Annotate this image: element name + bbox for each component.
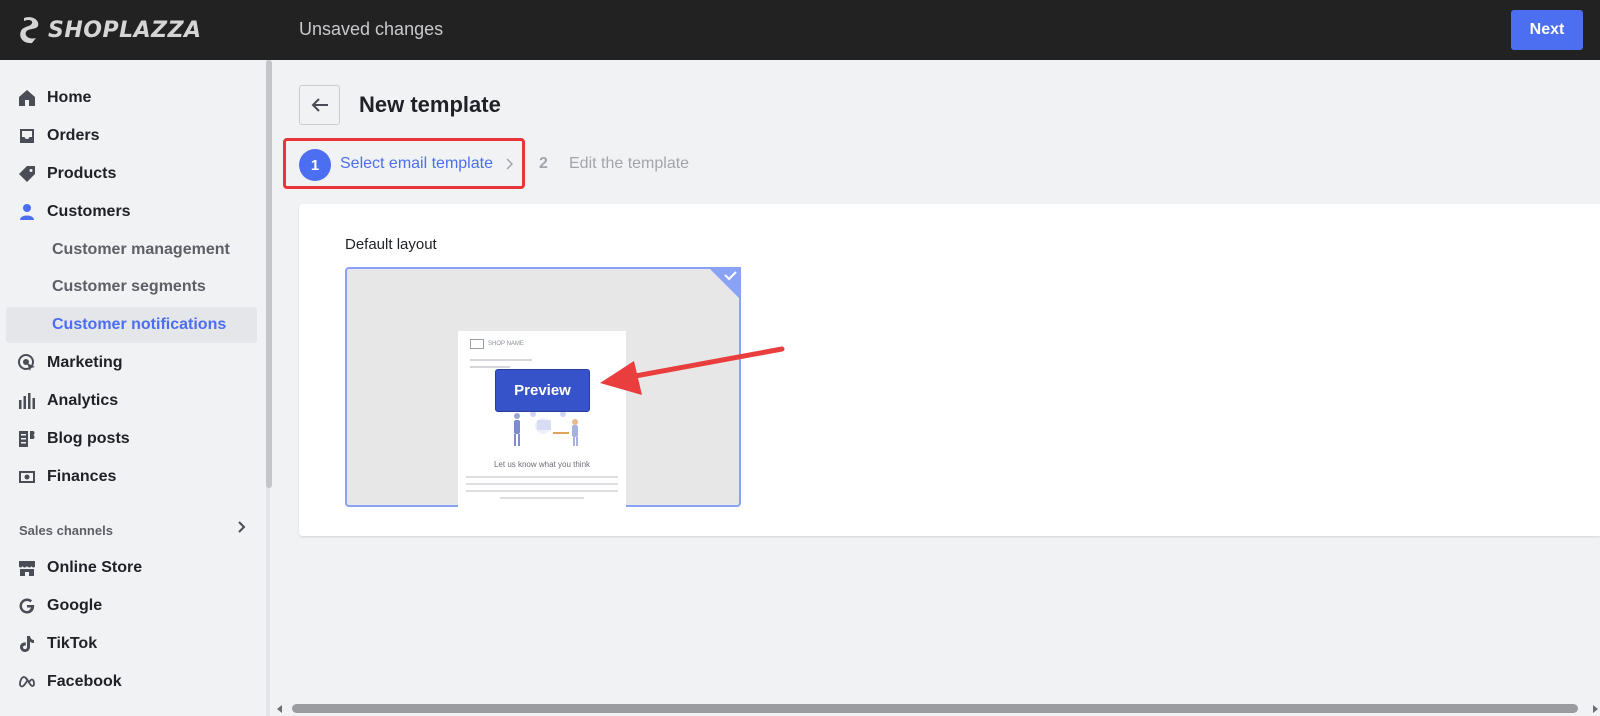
sidebar-item-tiktok[interactable]: TikTok <box>6 626 257 662</box>
sidebar-item-label: Customers <box>47 203 131 220</box>
top-bar: SHOPLAZZA Unsaved changes Next <box>0 0 1600 60</box>
store-icon <box>19 561 35 576</box>
sidebar-item-label: TikTok <box>47 635 98 652</box>
sidebar-item-label: Finances <box>47 468 117 485</box>
selected-check-icon <box>708 267 741 300</box>
inbox-icon <box>20 129 34 143</box>
google-icon <box>19 598 35 614</box>
sidebar-item-label: Google <box>47 597 103 614</box>
sidebar-item-home[interactable]: Home <box>6 80 257 116</box>
person-icon <box>20 204 34 220</box>
sidebar-item-marketing[interactable]: Marketing <box>6 345 257 381</box>
bar-chart-icon <box>19 393 35 409</box>
home-icon <box>19 90 35 106</box>
thumbnail-text-line <box>466 490 618 492</box>
sidebar-item-products[interactable]: Products <box>6 156 257 192</box>
default-layout-heading: Default layout <box>345 236 437 253</box>
sidebar-item-blog-posts[interactable]: Blog posts <box>6 421 257 457</box>
scroll-right-icon[interactable] <box>1590 704 1600 714</box>
chevron-right-icon <box>506 158 514 170</box>
thumbnail-shop-name: SHOP NAME <box>488 341 524 347</box>
horizontal-scrollbar-thumb[interactable] <box>292 704 1578 713</box>
sidebar-item-facebook[interactable]: Facebook <box>6 664 257 700</box>
thumbnail-text-line <box>470 359 532 361</box>
sidebar-item-label: Home <box>47 89 92 106</box>
scroll-left-icon[interactable] <box>275 704 285 714</box>
tag-icon <box>19 166 35 182</box>
step-2-label[interactable]: Edit the template <box>569 155 689 173</box>
brand-name: SHOPLAZZA <box>48 17 202 43</box>
sidebar-item-label: Products <box>47 165 117 182</box>
sidebar-item-google[interactable]: Google <box>6 588 257 624</box>
sales-channels-label: Sales channels <box>19 523 113 538</box>
sidebar-subitem-label: Customer notifications <box>52 316 227 333</box>
brand-logo[interactable]: SHOPLAZZA <box>18 14 202 46</box>
back-button[interactable] <box>299 85 340 125</box>
thumbnail-logo <box>470 339 484 349</box>
sidebar-item-finances[interactable]: Finances <box>6 459 257 495</box>
sidebar-item-label: Analytics <box>47 392 119 409</box>
sidebar-item-label: Marketing <box>47 354 123 371</box>
sidebar-subitem-customer-management[interactable]: Customer management <box>6 232 257 268</box>
thumbnail-text-line <box>466 483 618 485</box>
step-1-label[interactable]: Select email template <box>340 155 493 173</box>
sidebar-subitem-label: Customer segments <box>52 278 206 295</box>
step-2-number: 2 <box>539 155 548 172</box>
sidebar-scrollbar[interactable] <box>266 60 272 488</box>
sidebar-item-label: Online Store <box>47 559 143 576</box>
thumbnail-text-line <box>470 366 510 368</box>
thumbnail-email-heading: Let us know what you think <box>493 460 591 469</box>
sidebar-subitem-customer-notifications[interactable]: Customer notifications <box>6 307 257 343</box>
target-icon <box>18 354 35 371</box>
document-icon <box>19 431 35 447</box>
preview-button[interactable]: Preview <box>495 369 590 412</box>
thumbnail-text-line <box>500 497 584 499</box>
annotation-arrow <box>600 346 785 395</box>
thumbnail-illustration <box>514 411 578 446</box>
shoplazza-logo-icon <box>20 17 39 44</box>
arrow-left-icon <box>311 98 328 112</box>
page-title: New template <box>359 92 501 117</box>
sidebar-subitem-customer-segments[interactable]: Customer segments <box>6 269 257 305</box>
sidebar-item-label: Orders <box>47 127 100 144</box>
tiktok-icon <box>20 636 34 652</box>
meta-icon <box>19 676 35 688</box>
sidebar-item-orders[interactable]: Orders <box>6 118 257 154</box>
chevron-right-icon[interactable] <box>234 520 248 534</box>
sidebar-item-analytics[interactable]: Analytics <box>6 383 257 419</box>
sidebar-item-label: Facebook <box>47 673 122 690</box>
sidebar-subitem-label: Customer management <box>52 241 230 258</box>
step-1-number: 1 <box>299 149 331 181</box>
next-button[interactable]: Next <box>1511 10 1583 50</box>
sidebar-item-online-store[interactable]: Online Store <box>6 550 257 586</box>
thumbnail-text-line <box>466 476 618 478</box>
wallet-icon <box>19 471 35 483</box>
unsaved-changes-label: Unsaved changes <box>299 19 444 39</box>
sidebar-item-customers[interactable]: Customers <box>6 194 257 230</box>
sidebar-item-label: Blog posts <box>47 430 130 447</box>
